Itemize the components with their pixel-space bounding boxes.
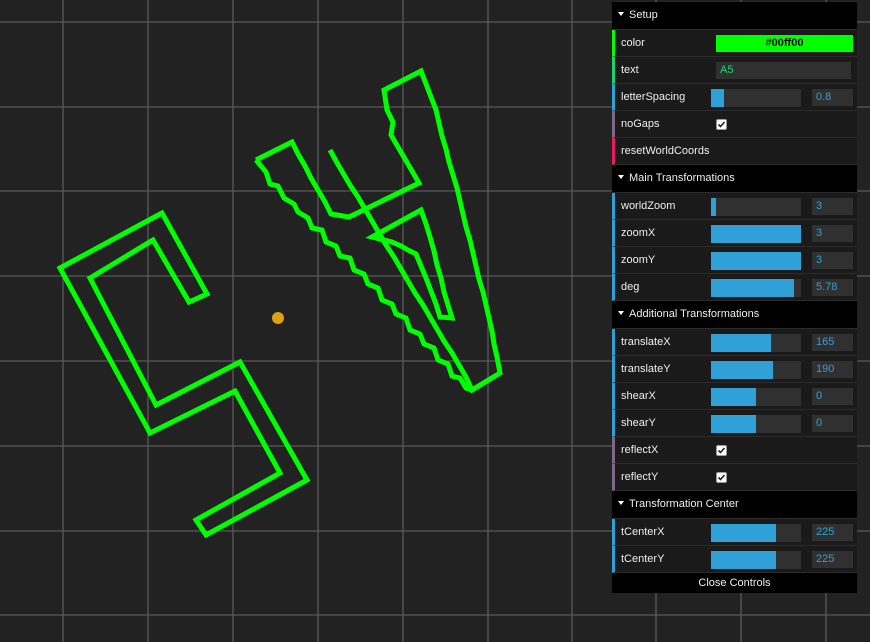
worldzoom-slider[interactable] <box>711 198 801 216</box>
checkmark-icon <box>717 474 726 481</box>
transform-origin-dot <box>272 312 284 324</box>
nogaps-control: noGaps <box>612 111 857 138</box>
tcentery-control: tCenterY 225 <box>612 546 857 573</box>
folder-additional-transformations[interactable]: Additional Transformations <box>612 301 857 329</box>
resetworldcoords-control[interactable]: resetWorldCoords <box>612 138 857 165</box>
zoomy-slider[interactable] <box>711 252 801 270</box>
zoomy-label: zoomY <box>621 254 656 266</box>
shearx-control: shearX 0 <box>612 383 857 410</box>
triangle-down-icon <box>618 175 624 180</box>
text-input[interactable]: A5 <box>716 62 851 79</box>
folder-title-label: Additional Transformations <box>629 308 760 320</box>
tcentery-label: tCenterY <box>621 553 665 565</box>
tcenterx-label: tCenterX <box>621 526 665 538</box>
shearx-input[interactable]: 0 <box>812 388 853 405</box>
reflectx-label: reflectX <box>621 444 659 456</box>
slider-fill <box>711 551 776 569</box>
reflecty-checkbox[interactable] <box>716 472 727 483</box>
tcenterx-input[interactable]: 225 <box>812 524 853 541</box>
close-controls-button[interactable]: Close Controls <box>612 573 857 593</box>
nogaps-checkbox[interactable] <box>716 119 727 130</box>
letterspacing-input[interactable]: 0.8 <box>812 89 853 106</box>
worldzoom-control: worldZoom 3 <box>612 193 857 220</box>
worldzoom-input[interactable]: 3 <box>812 198 853 215</box>
letterspacing-control: letterSpacing 0.8 <box>612 84 857 111</box>
translatey-input[interactable]: 190 <box>812 361 853 378</box>
translatex-label: translateX <box>621 336 671 348</box>
reflecty-control: reflectY <box>612 464 857 491</box>
letter-5-outline <box>56 209 311 539</box>
checkmark-icon <box>717 121 726 128</box>
slider-fill <box>711 89 724 107</box>
triangle-down-icon <box>618 12 624 17</box>
sheary-input[interactable]: 0 <box>812 415 853 432</box>
triangle-down-icon <box>618 311 624 316</box>
slider-fill <box>711 361 774 379</box>
translatex-input[interactable]: 165 <box>812 334 853 351</box>
reflectx-checkbox[interactable] <box>716 445 727 456</box>
letterspacing-slider[interactable] <box>711 89 801 107</box>
tcenterx-slider[interactable] <box>711 524 801 542</box>
sheary-label: shearY <box>621 417 656 429</box>
controls-panel: Setup color #00ff00 text A5 letterSpacin… <box>612 2 857 593</box>
deg-label: deg <box>621 281 640 293</box>
color-control: color #00ff00 <box>612 30 857 57</box>
slider-fill <box>711 252 801 270</box>
translatey-slider[interactable] <box>711 361 801 379</box>
zoomy-input[interactable]: 3 <box>812 252 853 269</box>
letterspacing-label: letterSpacing <box>621 91 686 103</box>
folder-title-label: Main Transformations <box>629 172 735 184</box>
slider-fill <box>711 279 794 297</box>
shearx-label: shearX <box>621 390 656 402</box>
tcentery-input[interactable]: 225 <box>812 551 853 568</box>
zoomx-slider[interactable] <box>711 225 801 243</box>
sheary-control: shearY 0 <box>612 410 857 437</box>
slider-fill <box>711 524 776 542</box>
text-label: text <box>621 64 639 76</box>
translatey-control: translateY 190 <box>612 356 857 383</box>
zoomy-control: zoomY 3 <box>612 247 857 274</box>
text-control: text A5 <box>612 57 857 84</box>
reset-world-coords-button[interactable]: resetWorldCoords <box>621 138 709 164</box>
deg-input[interactable]: 5.78 <box>812 279 853 296</box>
triangle-down-icon <box>618 501 624 506</box>
shearx-slider[interactable] <box>711 388 801 406</box>
worldzoom-label: worldZoom <box>621 200 676 212</box>
slider-fill <box>711 388 756 406</box>
sheary-slider[interactable] <box>711 415 801 433</box>
tcenterx-control: tCenterX 225 <box>612 519 857 546</box>
slider-fill <box>711 334 772 352</box>
slider-fill <box>711 225 801 243</box>
tcentery-slider[interactable] <box>711 551 801 569</box>
color-label: color <box>621 37 645 49</box>
translatey-label: translateY <box>621 363 671 375</box>
nogaps-label: noGaps <box>621 118 660 130</box>
checkmark-icon <box>717 447 726 454</box>
deg-slider[interactable] <box>711 279 801 297</box>
zoomx-label: zoomX <box>621 227 656 239</box>
slider-fill <box>711 198 717 216</box>
folder-setup[interactable]: Setup <box>612 2 857 30</box>
color-picker[interactable]: #00ff00 <box>716 35 853 52</box>
folder-transformation-center[interactable]: Transformation Center <box>612 491 857 519</box>
translatex-slider[interactable] <box>711 334 801 352</box>
deg-control: deg 5.78 <box>612 274 857 301</box>
letter-a-outline <box>254 67 503 394</box>
zoomx-control: zoomX 3 <box>612 220 857 247</box>
translatex-control: translateX 165 <box>612 329 857 356</box>
folder-title-label: Transformation Center <box>629 498 739 510</box>
slider-fill <box>711 415 756 433</box>
reflectx-control: reflectX <box>612 437 857 464</box>
reflecty-label: reflectY <box>621 471 659 483</box>
zoomx-input[interactable]: 3 <box>812 225 853 242</box>
folder-title-label: Setup <box>629 9 658 21</box>
folder-main-transformations[interactable]: Main Transformations <box>612 165 857 193</box>
